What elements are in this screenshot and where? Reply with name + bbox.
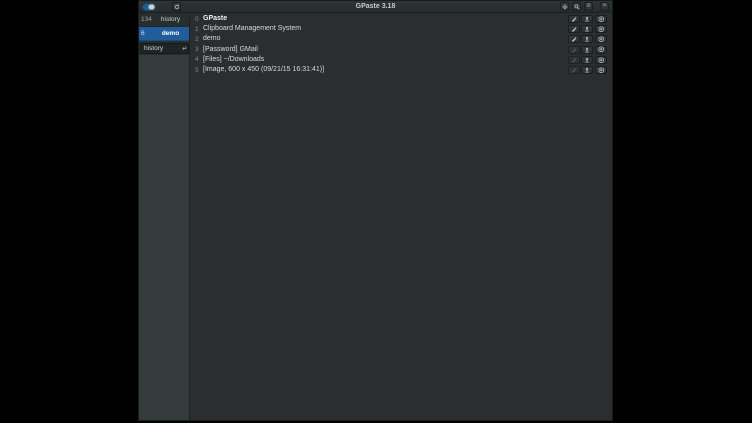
- item-index: 4: [195, 56, 203, 63]
- history-item-name: demo: [154, 30, 187, 37]
- restart-daemon-icon: [174, 4, 180, 10]
- edit-icon: [571, 26, 577, 32]
- upload-item-button[interactable]: [581, 66, 593, 74]
- history-list: 134 history 6 demo: [139, 13, 189, 41]
- close-icon: ×: [603, 3, 607, 10]
- delete-item-button[interactable]: [595, 25, 607, 33]
- item-text: [Files] ~/Downloads: [203, 55, 567, 65]
- clipboard-item-row[interactable]: 0 GPaste: [190, 14, 612, 24]
- upload-icon: [584, 67, 590, 73]
- search-icon: [574, 4, 580, 10]
- hamburger-icon: ≡: [587, 3, 591, 10]
- clipboard-item-row[interactable]: 2 demo: [190, 34, 612, 44]
- item-actions: [567, 66, 607, 74]
- upload-item-button[interactable]: [581, 35, 593, 43]
- preferences-button[interactable]: [560, 2, 569, 11]
- delete-item-button[interactable]: [595, 35, 607, 43]
- edit-icon: [571, 16, 577, 22]
- item-index: 2: [195, 36, 203, 43]
- upload-item-button[interactable]: [581, 25, 593, 33]
- delete-icon: [598, 26, 605, 33]
- history-list-item[interactable]: 6 demo: [139, 27, 189, 41]
- window-body: 134 history 6 demo 0 GPaste: [139, 13, 612, 420]
- item-actions: [567, 15, 607, 23]
- enter-icon[interactable]: [180, 44, 188, 52]
- item-index: 1: [195, 26, 203, 33]
- search-button[interactable]: [572, 2, 581, 11]
- clipboard-item-row[interactable]: 1 Clipboard Management System: [190, 24, 612, 34]
- titlebar-right-buttons: ≡ ×: [557, 2, 609, 11]
- titlebar: GPaste 3.18 ≡ ×: [139, 1, 612, 13]
- edit-icon: [571, 57, 577, 63]
- menu-button[interactable]: ≡: [584, 2, 593, 11]
- upload-icon: [584, 16, 590, 22]
- history-item-count: 6: [141, 30, 154, 37]
- clipboard-item-list: 0 GPaste 1 Clipboard Management System: [190, 13, 612, 420]
- delete-item-button[interactable]: [595, 15, 607, 23]
- delete-item-button[interactable]: [595, 46, 607, 54]
- delete-icon: [598, 16, 605, 23]
- upload-item-button[interactable]: [581, 56, 593, 64]
- delete-icon: [598, 57, 605, 64]
- edit-item-button[interactable]: [568, 25, 580, 33]
- item-index: 0: [195, 16, 203, 23]
- screen: GPaste 3.18 ≡ ×: [0, 0, 752, 423]
- upload-icon: [584, 36, 590, 42]
- new-history-row: [139, 41, 189, 55]
- upload-icon: [584, 26, 590, 32]
- edit-icon: [571, 67, 577, 73]
- gear-icon: [562, 4, 568, 10]
- delete-item-button[interactable]: [595, 56, 607, 64]
- history-item-count: 134: [141, 16, 154, 23]
- edit-icon: [571, 47, 577, 53]
- restart-daemon-button[interactable]: [172, 2, 181, 11]
- edit-item-button[interactable]: [568, 66, 580, 74]
- sidebar: 134 history 6 demo: [139, 13, 190, 420]
- delete-icon: [598, 36, 605, 43]
- item-index: 5: [195, 67, 203, 74]
- item-actions: [567, 46, 607, 54]
- item-text: demo: [203, 34, 567, 44]
- edit-item-button[interactable]: [568, 56, 580, 64]
- edit-icon: [571, 36, 577, 42]
- clipboard-item-row[interactable]: 4 [Files] ~/Downloads: [190, 55, 612, 65]
- item-actions: [567, 35, 607, 43]
- delete-item-button[interactable]: [595, 66, 607, 74]
- clipboard-item-row[interactable]: 3 [Password] GMail: [190, 45, 612, 55]
- item-text: [Password] GMail: [203, 45, 567, 55]
- edit-item-button[interactable]: [568, 35, 580, 43]
- item-actions: [567, 56, 607, 64]
- upload-icon: [584, 57, 590, 63]
- edit-item-button[interactable]: [568, 15, 580, 23]
- edit-item-button[interactable]: [568, 46, 580, 54]
- item-actions: [567, 25, 607, 33]
- item-text: [Image, 600 x 450 (09/21/15 16:31:41)]: [203, 65, 567, 75]
- switch-knob: [148, 4, 155, 10]
- delete-icon: [598, 46, 605, 53]
- gpaste-window: GPaste 3.18 ≡ ×: [138, 0, 613, 421]
- item-text: Clipboard Management System: [203, 24, 567, 34]
- window-title: GPaste 3.18: [139, 1, 612, 13]
- upload-item-button[interactable]: [581, 46, 593, 54]
- history-list-item[interactable]: 134 history: [139, 13, 189, 27]
- item-text: GPaste: [203, 14, 567, 24]
- clipboard-item-row[interactable]: 5 [Image, 600 x 450 (09/21/15 16:31:41)]: [190, 65, 612, 75]
- delete-icon: [598, 67, 605, 74]
- history-item-name: history: [154, 16, 187, 23]
- close-button[interactable]: ×: [600, 2, 609, 11]
- tracking-switch[interactable]: [142, 3, 156, 11]
- upload-icon: [584, 47, 590, 53]
- item-index: 3: [195, 46, 203, 53]
- upload-item-button[interactable]: [581, 15, 593, 23]
